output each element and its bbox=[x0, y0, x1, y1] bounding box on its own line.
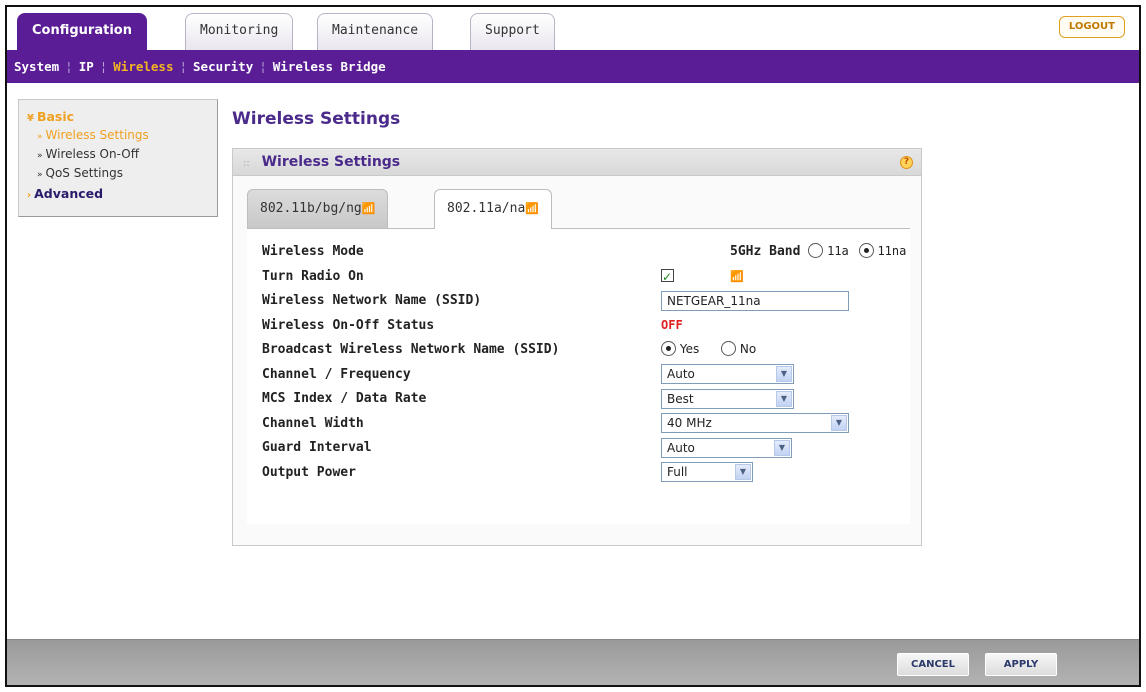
subnav-separator: ¦ bbox=[99, 59, 108, 74]
menu-advanced[interactable]: › Advanced bbox=[27, 185, 217, 204]
row-channel-width: Channel Width 40 MHz ▼ bbox=[262, 411, 910, 436]
channel-width-select[interactable]: 40 MHz ▼ bbox=[661, 413, 849, 433]
subnav-wireless[interactable]: Wireless bbox=[113, 59, 173, 74]
bullet-icon: » bbox=[37, 151, 43, 161]
panel-header: :: Wireless Settings ? bbox=[233, 149, 921, 176]
wireless-mode-label: Wireless Mode bbox=[262, 244, 364, 259]
radio-11a[interactable] bbox=[808, 243, 824, 258]
mcs-label: MCS Index / Data Rate bbox=[262, 391, 427, 406]
footer-bar: CANCEL APPLY bbox=[7, 639, 1139, 685]
page-title: Wireless Settings bbox=[232, 109, 401, 129]
chevron-down-icon: ▼ bbox=[776, 390, 792, 407]
tab-80211bgng[interactable]: 802.11b/bg/ng📶 bbox=[247, 189, 389, 228]
channel-control: Auto ▼ bbox=[661, 362, 794, 386]
chevron-down-icon: ¥ bbox=[27, 113, 34, 124]
guard-interval-label: Guard Interval bbox=[262, 440, 372, 455]
band-label: 5GHz Band bbox=[730, 244, 801, 259]
radio-yes-label: Yes bbox=[679, 342, 700, 356]
chevron-right-icon: › bbox=[27, 190, 32, 201]
main-content: ¥ Basic » Wireless Settings » Wireless On-O… bbox=[7, 83, 1139, 643]
ssid-input[interactable]: NETGEAR_11na bbox=[661, 290, 849, 311]
output-power-control: Full ▼ bbox=[661, 460, 753, 484]
tab-monitoring[interactable]: Monitoring bbox=[185, 13, 294, 50]
cancel-button[interactable]: CANCEL bbox=[897, 653, 969, 676]
ssid-label: Wireless Network Name (SSID) bbox=[262, 293, 482, 308]
menu-item-qos-settings[interactable]: » QoS Settings bbox=[27, 165, 217, 184]
guard-interval-control: Auto ▼ bbox=[661, 435, 792, 459]
broadcast-label: Broadcast Wireless Network Name (SSID) bbox=[262, 342, 560, 357]
row-channel: Channel / Frequency Auto ▼ bbox=[262, 362, 910, 387]
tab-maintenance[interactable]: Maintenance bbox=[317, 13, 434, 50]
wireless-settings-panel: :: Wireless Settings ? 802.11b/bg/ng📶 80… bbox=[232, 148, 922, 546]
tab-80211ana[interactable]: 802.11a/na📶 bbox=[434, 189, 552, 229]
subnav-ip[interactable]: IP bbox=[79, 59, 94, 74]
turn-radio-on-control bbox=[661, 264, 674, 289]
subnav-separator: ¦ bbox=[179, 59, 188, 74]
bullet-icon: » bbox=[37, 132, 43, 142]
channel-select[interactable]: Auto ▼ bbox=[661, 364, 794, 384]
row-turn-radio-on: Turn Radio On bbox=[262, 264, 910, 289]
tab-support[interactable]: Support bbox=[470, 13, 555, 50]
turn-radio-on-checkbox[interactable] bbox=[661, 265, 674, 289]
chevron-down-icon: ▼ bbox=[776, 366, 792, 382]
panel-title: Wireless Settings bbox=[261, 154, 401, 170]
menu-item-wireless-on-off[interactable]: » Wireless On-Off bbox=[27, 146, 217, 165]
sub-navigation: System ¦ IP ¦ Wireless ¦ Security ¦ Wireless Bri… bbox=[7, 50, 1139, 83]
logout-button[interactable]: LOGOUT bbox=[1058, 16, 1125, 38]
radio-11na-label: 11na bbox=[877, 244, 907, 258]
channel-width-control: 40 MHz ▼ bbox=[661, 411, 849, 435]
row-output-power: Output Power Full ▼ bbox=[262, 460, 910, 485]
row-mcs: MCS Index / Data Rate Best ▼ bbox=[262, 386, 910, 411]
radio-no-label: No bbox=[739, 342, 757, 356]
subnav-separator: ¦ bbox=[259, 59, 267, 74]
channel-width-label: Channel Width bbox=[262, 415, 364, 431]
apply-button[interactable]: APPLY bbox=[985, 653, 1057, 676]
row-guard-interval: Guard Interval Auto ▼ bbox=[262, 435, 910, 460]
top-tab-bar: Configuration Monitoring Maintenance Sup… bbox=[7, 7, 1139, 50]
output-power-select[interactable]: Full ▼ bbox=[661, 462, 753, 482]
bullet-icon: » bbox=[37, 170, 43, 180]
tab-configuration[interactable]: Configuration bbox=[17, 13, 147, 50]
row-onoff-status: Wireless On-Off Status OFF bbox=[262, 313, 910, 338]
output-power-label: Output Power bbox=[262, 464, 356, 480]
menu-item-wireless-settings[interactable]: » Wireless Settings bbox=[27, 127, 217, 146]
radio-11a-label: 11a bbox=[827, 244, 849, 258]
row-broadcast-ssid: Broadcast Wireless Network Name (SSID) Y… bbox=[262, 337, 910, 362]
chevron-down-icon: ▼ bbox=[831, 415, 847, 431]
wifi-icon: 📶 bbox=[361, 202, 376, 215]
menu-basic[interactable]: ¥ Basic bbox=[27, 108, 217, 127]
row-ssid: Wireless Network Name (SSID) NETGEAR_11n… bbox=[262, 288, 910, 313]
left-menu: ¥ Basic » Wireless Settings » Wireless On-O… bbox=[18, 99, 218, 217]
guard-interval-select[interactable]: Auto ▼ bbox=[661, 437, 792, 458]
radio-broadcast-yes[interactable] bbox=[661, 341, 676, 356]
broadcast-control: Yes No bbox=[661, 337, 756, 361]
radio-11na[interactable] bbox=[858, 243, 874, 258]
onoff-status-label: Wireless On-Off Status bbox=[262, 317, 435, 333]
row-wireless-mode: Wireless Mode 5GHz Band 11a 11na📶 bbox=[262, 239, 910, 283]
chevron-down-icon: ▼ bbox=[735, 464, 751, 480]
drag-handle-icon: :: bbox=[243, 158, 250, 169]
mcs-select[interactable]: Best ▼ bbox=[661, 388, 794, 409]
chevron-down-icon: ▼ bbox=[774, 439, 790, 456]
subnav-security[interactable]: Security bbox=[193, 59, 253, 74]
wifi-icon: 📶 bbox=[525, 202, 539, 215]
subnav-system[interactable]: System bbox=[14, 59, 59, 74]
subnav-wireless-bridge[interactable]: Wireless Bridge bbox=[273, 59, 386, 74]
mcs-control: Best ▼ bbox=[661, 386, 794, 410]
browser-frame: Configuration Monitoring Maintenance Sup… bbox=[5, 5, 1141, 687]
radio-broadcast-no[interactable] bbox=[721, 341, 737, 356]
help-icon[interactable]: ? bbox=[900, 156, 913, 169]
channel-label: Channel / Frequency bbox=[262, 366, 411, 382]
ssid-control: NETGEAR_11na bbox=[661, 288, 849, 312]
settings-form: Wireless Mode 5GHz Band 11a 11na📶 Turn R… bbox=[247, 228, 910, 524]
onoff-status-value: OFF bbox=[661, 317, 683, 332]
turn-radio-on-label: Turn Radio On bbox=[262, 268, 364, 284]
subnav-separator: ¦ bbox=[65, 59, 73, 74]
